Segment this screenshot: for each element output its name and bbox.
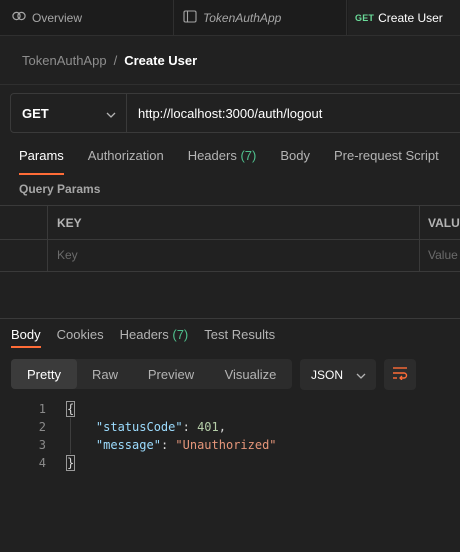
response-tab-cookies[interactable]: Cookies bbox=[57, 327, 104, 342]
tab-method-badge: GET bbox=[355, 12, 375, 23]
tab-overview[interactable]: Overview bbox=[0, 0, 174, 35]
breadcrumb-parent[interactable]: TokenAuthApp bbox=[22, 53, 107, 68]
response-tab-headers-label: Headers bbox=[119, 327, 169, 342]
method-value: GET bbox=[22, 105, 49, 121]
chevron-down-icon bbox=[106, 106, 116, 121]
line-number: 3 bbox=[38, 438, 46, 452]
tab-headers-label: Headers bbox=[187, 148, 237, 163]
format-value: JSON bbox=[311, 367, 344, 382]
url-bar: GET http://localhost:3000/auth/logout bbox=[10, 93, 460, 133]
open-brace: { bbox=[65, 401, 76, 417]
overview-icon bbox=[12, 10, 26, 25]
line-number: 1 bbox=[38, 402, 46, 416]
json-value: "Unauthorized" bbox=[175, 438, 277, 452]
view-raw-button[interactable]: Raw bbox=[77, 359, 133, 389]
tab-strip: Overview TokenAuthApp GET Create User bbox=[0, 0, 460, 36]
line-number: 4 bbox=[38, 456, 46, 470]
json-key: "statusCode" bbox=[95, 420, 183, 434]
code-line: 4 } bbox=[0, 454, 460, 472]
tab-authorization[interactable]: Authorization bbox=[88, 148, 164, 170]
request-tabs: Params Authorization Headers (7) Body Pr… bbox=[19, 148, 460, 175]
tab-pre-request-script[interactable]: Pre-request Script bbox=[334, 148, 439, 170]
view-mode-group: Pretty Raw Preview Visualize bbox=[11, 359, 292, 389]
page-title[interactable]: Create User bbox=[124, 53, 197, 68]
response-tabs: Body Cookies Headers (7) Test Results bbox=[11, 327, 291, 348]
json-key: "message" bbox=[95, 438, 161, 452]
json-comma: , bbox=[218, 420, 226, 434]
value-input[interactable]: Value bbox=[428, 248, 458, 262]
collection-icon bbox=[183, 9, 197, 26]
view-preview-button[interactable]: Preview bbox=[133, 359, 209, 389]
response-tab-headers[interactable]: Headers (7) bbox=[120, 327, 189, 342]
params-table: KEY VALU Key Value bbox=[0, 205, 460, 272]
tab-headers[interactable]: Headers (7) bbox=[188, 148, 257, 170]
view-pretty-button[interactable]: Pretty bbox=[11, 359, 77, 389]
key-input[interactable]: Key bbox=[57, 248, 78, 262]
method-select[interactable]: GET bbox=[11, 94, 127, 132]
url-input[interactable]: http://localhost:3000/auth/logout bbox=[127, 106, 322, 121]
column-header-key: KEY bbox=[57, 216, 82, 230]
breadcrumb: TokenAuthApp / Create User bbox=[22, 52, 197, 68]
breadcrumb-separator: / bbox=[113, 52, 118, 68]
tab-create-user[interactable]: GET Create User bbox=[348, 0, 460, 35]
response-tab-test-results[interactable]: Test Results bbox=[204, 327, 275, 342]
format-select[interactable]: JSON bbox=[300, 359, 376, 390]
response-tab-headers-count: (7) bbox=[172, 327, 189, 342]
line-number: 2 bbox=[38, 420, 46, 434]
json-value: 401 bbox=[197, 420, 219, 434]
row-divider bbox=[0, 239, 460, 240]
tab-body[interactable]: Body bbox=[280, 148, 310, 170]
divider bbox=[0, 84, 460, 85]
query-params-title: Query Params bbox=[19, 182, 101, 196]
response-body-editor[interactable]: 1 { 2 "statusCode": 401, 3 "message": "U… bbox=[0, 400, 460, 472]
response-tab-body[interactable]: Body bbox=[11, 327, 41, 348]
wrap-lines-button[interactable] bbox=[384, 359, 416, 390]
tab-params[interactable]: Params bbox=[19, 148, 64, 175]
view-visualize-button[interactable]: Visualize bbox=[209, 359, 292, 389]
tab-overview-label: Overview bbox=[32, 10, 83, 25]
code-line: 2 "statusCode": 401, bbox=[0, 418, 460, 436]
code-line: 1 { bbox=[0, 400, 460, 418]
tab-headers-count: (7) bbox=[240, 148, 257, 163]
tab-collection-label: TokenAuthApp bbox=[203, 10, 282, 25]
close-brace: } bbox=[65, 455, 76, 471]
code-line: 3 "message": "Unauthorized" bbox=[0, 436, 460, 454]
column-header-value: VALU bbox=[428, 216, 460, 230]
tab-collection[interactable]: TokenAuthApp bbox=[175, 0, 347, 35]
chevron-down-icon bbox=[356, 368, 366, 382]
response-divider[interactable] bbox=[0, 318, 460, 319]
wrap-lines-icon bbox=[392, 366, 408, 383]
tab-create-user-label: Create User bbox=[378, 10, 443, 25]
